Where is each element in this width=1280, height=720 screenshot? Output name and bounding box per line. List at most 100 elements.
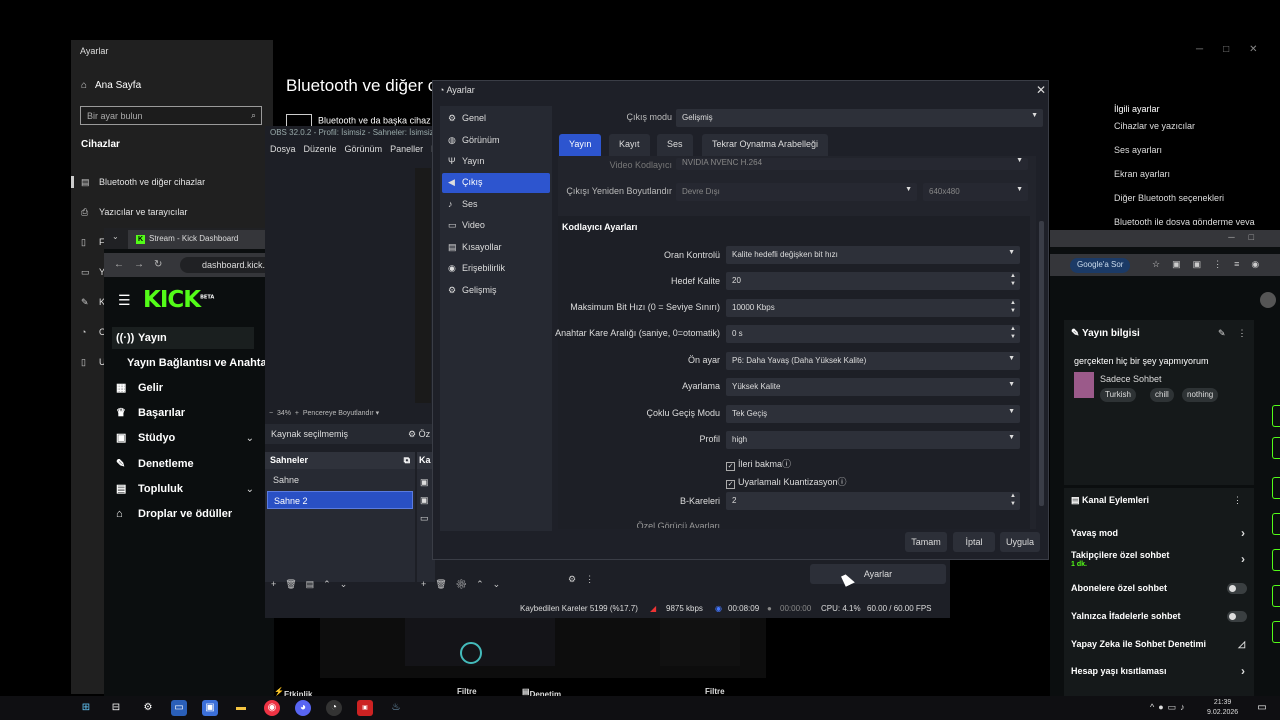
- video-encoder-select[interactable]: NVIDIA NVENC H.264 ▼: [676, 158, 1028, 170]
- dock-undock-icon[interactable]: ⧉: [404, 455, 410, 466]
- scene-item-selected[interactable]: Sahne 2: [267, 491, 413, 509]
- related-link[interactable]: Ekran ayarları: [1114, 169, 1274, 179]
- action-account-age[interactable]: Hesap yaşı kısıtlaması ›: [1071, 664, 1249, 678]
- nav-denetleme[interactable]: ✎ Denetleme: [116, 453, 194, 475]
- bframes-spinbox[interactable]: 2 ▲ ▼: [726, 492, 1020, 510]
- rescale-select[interactable]: Devre Dışı ▼: [676, 183, 917, 201]
- nav-buttons[interactable]: ←→↻: [114, 259, 172, 270]
- tab-menu-icon[interactable]: ⌄: [112, 232, 119, 241]
- menu-dosya[interactable]: Dosya: [270, 144, 296, 154]
- stream-category[interactable]: Sadece Sohbet: [1100, 374, 1162, 384]
- obs-settings-button[interactable]: Ayarlar: [810, 564, 946, 584]
- window-controls[interactable]: ─□✕: [1196, 44, 1278, 55]
- mixer-buttons[interactable]: ⚙⋮: [568, 574, 708, 594]
- filter-button[interactable]: Filtre: [457, 687, 477, 696]
- output-mode-select[interactable]: Gelişmiş ▼: [676, 109, 1043, 127]
- app-icon[interactable]: ▭: [171, 700, 187, 716]
- sidebar-item-cikis[interactable]: ◀ Çıkış: [442, 173, 550, 193]
- discord-icon[interactable]: ◕: [295, 700, 311, 716]
- toolbar-icons[interactable]: ☆▣▣⋮≡◉: [1152, 259, 1271, 270]
- filter-button[interactable]: Filtre: [705, 687, 725, 696]
- steam-icon[interactable]: ♨: [388, 700, 404, 716]
- rate-control-select[interactable]: Kalite hedefli değişken bit hızı ▼: [726, 246, 1020, 264]
- apply-button[interactable]: Uygula: [1000, 532, 1040, 552]
- nav-stream-key[interactable]: Yayın Bağlantısı ve Anahtarı: [127, 352, 274, 374]
- scrollbar[interactable]: [1039, 221, 1044, 506]
- keyframe-interval-spinbox[interactable]: 0 s ▲ ▼: [726, 325, 1020, 343]
- avatar[interactable]: [1260, 292, 1276, 308]
- menu-duzenle[interactable]: Düzenle: [304, 144, 337, 154]
- spin-arrows-icon[interactable]: ▲ ▼: [1010, 272, 1016, 288]
- nav-topluluk[interactable]: ▤ Topluluk: [116, 478, 183, 500]
- home-link[interactable]: ⌂ Ana Sayfa: [81, 80, 141, 91]
- tag-badge[interactable]: nothing: [1182, 388, 1219, 402]
- rescale-res-select[interactable]: 640x480 ▼: [923, 183, 1028, 201]
- tuning-select[interactable]: Yüksek Kalite ▼: [726, 378, 1020, 396]
- related-link[interactable]: Ses ayarları: [1114, 145, 1274, 155]
- google-search-chip[interactable]: Google'a Sor: [1070, 258, 1131, 273]
- help-icon[interactable]: ⓘ: [782, 459, 791, 469]
- task-view-icon[interactable]: ⊟: [108, 700, 124, 716]
- spin-arrows-icon[interactable]: ▲ ▼: [1010, 492, 1016, 508]
- scene-item[interactable]: Sahne: [267, 471, 413, 489]
- clock[interactable]: 21:39 9.02.2026: [1207, 698, 1238, 718]
- tag-badge[interactable]: chill: [1150, 388, 1174, 402]
- cancel-button[interactable]: İptal: [953, 532, 995, 552]
- tag-badge[interactable]: Turkish: [1100, 388, 1136, 402]
- store-icon[interactable]: ▣: [202, 700, 218, 716]
- sidebar-item-gelismis[interactable]: ⚙ Gelişmiş: [442, 281, 550, 301]
- source-buttons[interactable]: +🗑⚙⌃⌄: [421, 579, 509, 590]
- adaptive-quantization-checkbox[interactable]: ✓ Uyarlamalı Kuantizasyonⓘ: [726, 475, 847, 489]
- settings-search-input[interactable]: Bir ayar bulun ⌕: [80, 106, 262, 125]
- window-buttons[interactable]: ─□: [1228, 232, 1268, 242]
- chevron-down-icon[interactable]: ⌄: [246, 433, 254, 444]
- scene-buttons[interactable]: +🗑▤⌃⌄: [271, 579, 356, 590]
- toggle-switch[interactable]: [1227, 583, 1247, 594]
- sidebar-item-genel[interactable]: ⚙ Genel: [442, 109, 550, 129]
- edit-icon[interactable]: ✎⋮: [1218, 328, 1259, 339]
- action-slow-mode[interactable]: Yavaş mod ›: [1071, 526, 1249, 540]
- toggle-switch[interactable]: [1227, 611, 1247, 622]
- action-followers-only[interactable]: Takipçilere özel sohbet 1 dk. ›: [1071, 550, 1249, 568]
- tab-ses[interactable]: Ses: [657, 134, 693, 156]
- browser-tab[interactable]: K Stream - Kick Dashboard: [128, 230, 272, 249]
- related-link[interactable]: Bluetooth ile dosya gönderme veya: [1114, 217, 1274, 225]
- related-link[interactable]: Diğer Bluetooth seçenekleri: [1114, 193, 1274, 203]
- more-icon[interactable]: ⋮: [1233, 495, 1242, 506]
- url-field[interactable]: dashboard.kick.c: [180, 257, 274, 273]
- sidebar-item-ses[interactable]: ♪ Ses: [442, 195, 550, 215]
- sidebar-item-kisayollar[interactable]: ▤ Kısayollar: [442, 238, 550, 258]
- menu-paneller[interactable]: Paneller: [390, 144, 423, 154]
- fit-window-label[interactable]: Pencereye Boyutlandır: [303, 410, 374, 417]
- nav-studyo[interactable]: ▣ Stüdyo: [116, 427, 175, 449]
- tab-yayin[interactable]: Yayın: [559, 134, 602, 156]
- notification-icon[interactable]: ▭: [1254, 700, 1270, 716]
- nav-gelir[interactable]: ▦ Gelir: [116, 377, 163, 399]
- action-subscribers-only[interactable]: Abonelere özel sohbet: [1071, 583, 1249, 594]
- close-icon[interactable]: ✕: [1036, 83, 1046, 97]
- hamburger-menu-icon[interactable]: ☰: [118, 292, 131, 309]
- obs-icon[interactable]: ◔: [326, 700, 342, 716]
- kick-side-buttons[interactable]: [1270, 405, 1280, 645]
- sidebar-item-yayin[interactable]: Ψ Yayın: [442, 152, 550, 172]
- nav-yayin[interactable]: ((·)) Yayın: [112, 327, 254, 349]
- spin-arrows-icon[interactable]: ▲ ▼: [1010, 299, 1016, 315]
- sidebar-item-erisebilirlik[interactable]: ◉ Erişebilirlik: [442, 259, 550, 279]
- preset-select[interactable]: P6: Daha Yavaş (Daha Yüksek Kalite) ▼: [726, 352, 1020, 370]
- action-ai-moderation[interactable]: Yapay Zeka ile Sohbet Denetimi ◿: [1071, 639, 1249, 649]
- tab-replay-buffer[interactable]: Tekrar Oynatma Arabelleği: [702, 134, 829, 156]
- lookahead-checkbox[interactable]: ✓ İleri bakmaⓘ: [726, 457, 791, 471]
- chevron-down-icon[interactable]: ⌄: [246, 484, 254, 495]
- file-explorer-icon[interactable]: ▬: [233, 700, 249, 716]
- nav-basarilar[interactable]: ♛ Başarılar: [116, 402, 185, 424]
- menu-gorunum[interactable]: Görünüm: [345, 144, 383, 154]
- ok-button[interactable]: Tamam: [905, 532, 947, 552]
- nav-droplar[interactable]: ⌂ Droplar ve ödüller: [116, 503, 232, 525]
- properties-button[interactable]: ⚙ Öz: [408, 429, 430, 440]
- help-icon[interactable]: ⓘ: [838, 477, 847, 487]
- related-link[interactable]: Cihazlar ve yazıcılar: [1114, 121, 1274, 131]
- profile-select[interactable]: high ▼: [726, 431, 1020, 449]
- nav-printers[interactable]: ⎙ Yazıcılar ve tarayıcılar: [71, 201, 266, 223]
- settings-app-icon[interactable]: ⚙: [140, 700, 156, 716]
- tab-kayit[interactable]: Kayıt: [609, 134, 650, 156]
